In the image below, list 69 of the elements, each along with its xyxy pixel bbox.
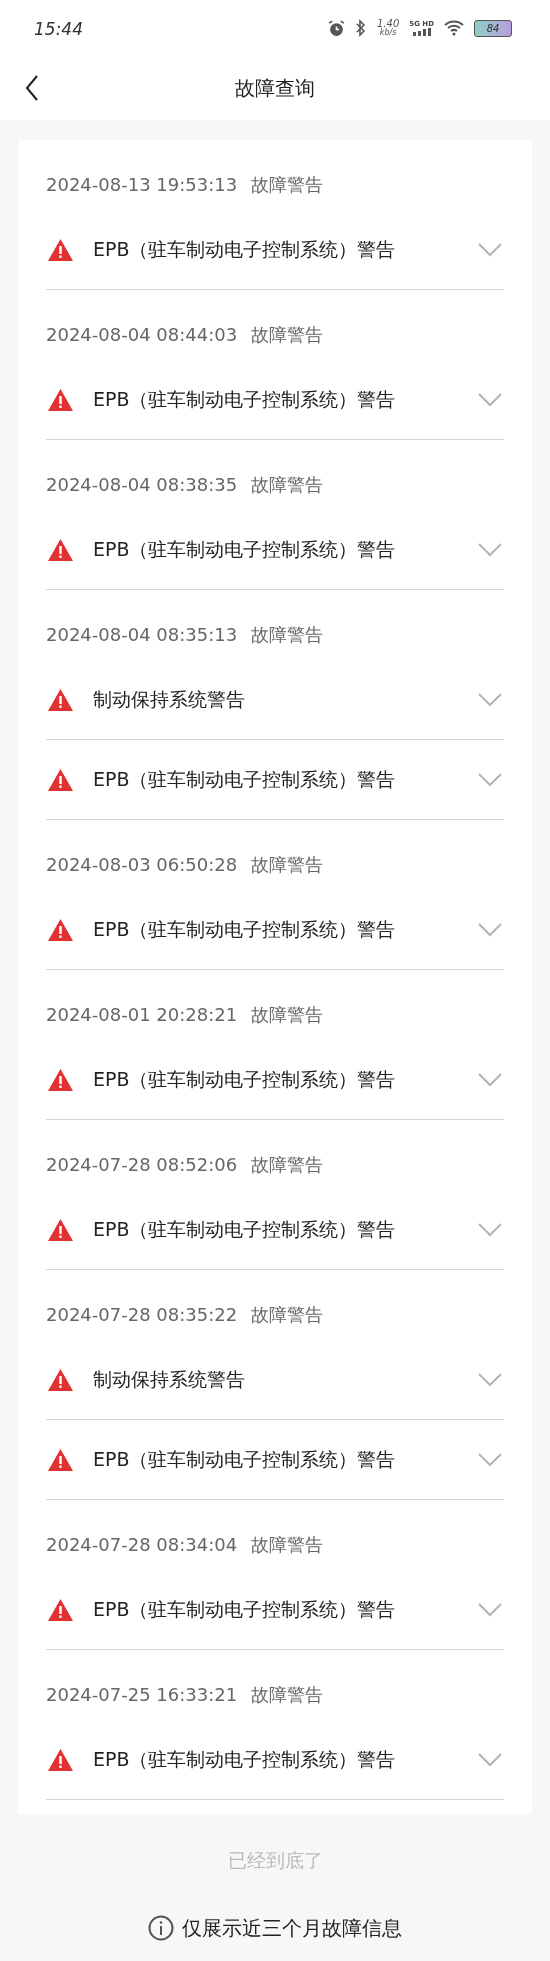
warning-icon xyxy=(48,1448,73,1471)
fault-type: 故障警告 xyxy=(251,323,324,347)
alarm-icon xyxy=(328,19,345,37)
fault-time: 2024-08-01 20:28:21 xyxy=(46,1003,238,1027)
fault-type: 故障警告 xyxy=(251,623,324,647)
fault-item[interactable]: EPB（驻车制动电子控制系统）警告 xyxy=(46,510,504,590)
fault-title: EPB（驻车制动电子控制系统）警告 xyxy=(93,917,397,943)
status-time: 15:44 xyxy=(34,18,83,42)
warning-icon xyxy=(48,538,73,561)
warning-icon xyxy=(48,918,73,941)
fault-title: 制动保持系统警告 xyxy=(93,687,246,713)
fault-time: 2024-08-04 08:44:03 xyxy=(46,323,238,347)
warning-icon xyxy=(48,388,73,411)
notice-text: 仅展示近三个月故障信息 xyxy=(182,1914,402,1942)
battery-level: 84 xyxy=(486,21,500,36)
fault-item[interactable]: EPB（驻车制动电子控制系统）警告 xyxy=(46,890,504,970)
fault-title: EPB（驻车制动电子控制系统）警告 xyxy=(93,1217,397,1243)
wifi-icon xyxy=(444,20,464,36)
info-icon xyxy=(148,1914,174,1941)
fault-title: EPB（驻车制动电子控制系统）警告 xyxy=(93,1597,397,1623)
fault-item[interactable]: EPB（驻车制动电子控制系统）警告 xyxy=(46,1040,504,1120)
warning-icon xyxy=(48,1598,73,1621)
fault-type: 故障警告 xyxy=(251,1303,324,1327)
fault-time: 2024-08-04 08:38:35 xyxy=(46,473,238,497)
warning-icon xyxy=(48,688,73,711)
speed-unit: kb/s xyxy=(379,29,397,37)
fault-type: 故障警告 xyxy=(251,1533,324,1557)
fault-title: EPB（驻车制动电子控制系统）警告 xyxy=(93,387,397,413)
fault-item[interactable]: EPB（驻车制动电子控制系统）警告 xyxy=(46,210,504,290)
fault-time: 2024-08-03 06:50:28 xyxy=(46,853,238,877)
back-icon xyxy=(25,74,39,102)
fault-title: EPB（驻车制动电子控制系统）警告 xyxy=(93,537,397,563)
warning-icon xyxy=(48,1748,73,1771)
fault-title: EPB（驻车制动电子控制系统）警告 xyxy=(93,767,397,793)
fault-title: EPB（驻车制动电子控制系统）警告 xyxy=(93,1747,397,1773)
fault-time: 2024-07-28 08:34:04 xyxy=(46,1533,238,1557)
warning-icon xyxy=(48,238,73,261)
fault-title: 制动保持系统警告 xyxy=(93,1367,246,1393)
fault-item[interactable]: EPB（驻车制动电子控制系统）警告 xyxy=(46,740,504,820)
fault-item[interactable]: EPB（驻车制动电子控制系统）警告 xyxy=(46,1720,504,1800)
speed-value: 1.40 xyxy=(377,19,400,29)
fault-title: EPB（驻车制动电子控制系统）警告 xyxy=(93,1447,397,1473)
fault-type: 故障警告 xyxy=(251,473,324,497)
fault-type: 故障警告 xyxy=(251,853,324,877)
fault-type: 故障警告 xyxy=(251,1153,324,1177)
fault-item[interactable]: EPB（驻车制动电子控制系统）警告 xyxy=(46,1570,504,1650)
fault-time: 2024-08-04 08:35:13 xyxy=(46,623,238,647)
fault-type: 故障警告 xyxy=(251,1003,324,1027)
end-of-list-text: 已经到底了 xyxy=(226,1848,324,1873)
warning-icon xyxy=(48,1368,73,1391)
bluetooth-icon xyxy=(355,19,367,37)
fault-title: EPB（驻车制动电子控制系统）警告 xyxy=(93,237,397,263)
fault-item[interactable]: EPB（驻车制动电子控制系统）警告 xyxy=(46,1420,504,1500)
fault-time: 2024-07-25 16:33:21 xyxy=(46,1683,238,1707)
fault-item[interactable]: 制动保持系统警告 xyxy=(46,1340,504,1420)
fault-type: 故障警告 xyxy=(251,1683,324,1707)
fault-item[interactable]: EPB（驻车制动电子控制系统）警告 xyxy=(46,1190,504,1270)
warning-icon xyxy=(48,1218,73,1241)
signal-icon xyxy=(412,27,431,36)
fault-title: EPB（驻车制动电子控制系统）警告 xyxy=(93,1067,397,1093)
fault-item[interactable]: EPB（驻车制动电子控制系统）警告 xyxy=(46,360,504,440)
fault-time: 2024-07-28 08:35:22 xyxy=(46,1303,238,1327)
warning-icon xyxy=(48,768,73,791)
warning-icon xyxy=(48,1068,73,1091)
fault-time: 2024-07-28 08:52:06 xyxy=(46,1153,238,1177)
fault-time: 2024-08-13 19:53:13 xyxy=(46,173,238,197)
fault-type: 故障警告 xyxy=(251,173,324,197)
page-title: 故障查询 xyxy=(235,75,315,102)
fault-item[interactable]: 制动保持系统警告 xyxy=(46,660,504,740)
